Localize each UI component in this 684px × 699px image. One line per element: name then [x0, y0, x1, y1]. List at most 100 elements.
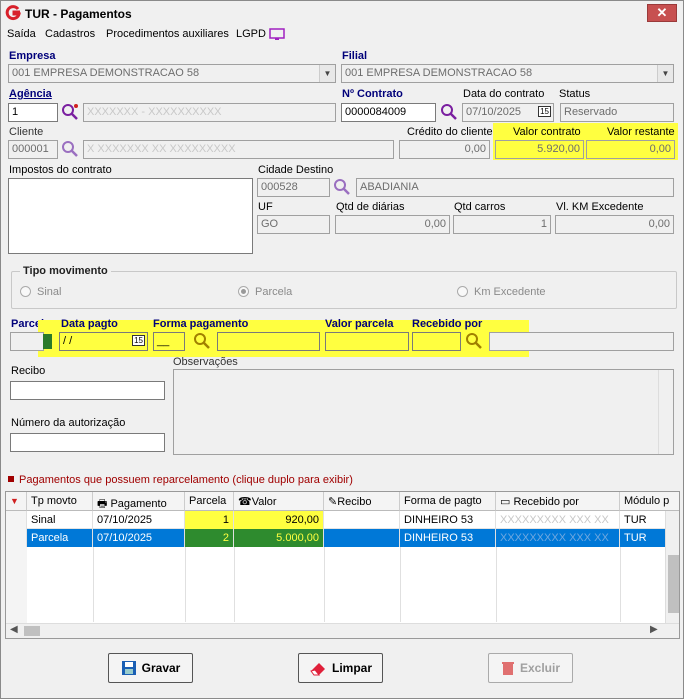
- monitor-icon[interactable]: [269, 28, 285, 41]
- col-valor[interactable]: ☎Valor: [234, 492, 324, 511]
- gravar-label: Gravar: [141, 661, 181, 675]
- window: TUR - Pagamentos ✕ Saída Cadastros Proce…: [0, 0, 684, 699]
- menu-saida[interactable]: Saída: [7, 28, 36, 40]
- empresa-label: Empresa: [9, 50, 56, 62]
- row-indicator: [6, 529, 27, 547]
- col-recibo[interactable]: ✎Recibo: [324, 492, 400, 511]
- cell-tipo: Parcela: [27, 529, 93, 547]
- col-pagamento[interactable]: 🖶 Pagamento: [93, 492, 185, 511]
- cell-forma: DINHEIRO 53: [400, 511, 496, 529]
- autorizacao-input[interactable]: [10, 433, 165, 452]
- scroll-thumb[interactable]: [668, 555, 679, 613]
- agencia-name-field: XXXXXXX - XXXXXXXXXX: [83, 103, 336, 122]
- agencia-code-input[interactable]: 1: [8, 103, 58, 122]
- vertical-scrollbar[interactable]: [665, 511, 679, 623]
- cell-parcela: 1: [185, 511, 234, 529]
- valor-contrato-field: 5.920,00: [495, 140, 584, 159]
- impostos-label: Impostos do contrato: [9, 164, 112, 176]
- vl-km-label: Vl. KM Excedente: [556, 201, 644, 213]
- recebido-code-input[interactable]: [412, 332, 461, 351]
- data-pagto-label: Data pagto: [61, 318, 118, 330]
- radio-km-excedente[interactable]: Km Excedente: [457, 286, 546, 298]
- cell-recebido: XXXXXXXXX XXX XX: [496, 529, 620, 547]
- close-button[interactable]: ✕: [647, 4, 677, 22]
- qtd-diarias-label: Qtd de diárias: [336, 201, 405, 213]
- col-modulo[interactable]: Módulo p: [620, 492, 679, 511]
- tipo-movimento-title: Tipo movimento: [20, 265, 111, 277]
- radio-sinal-label: Sinal: [37, 286, 62, 298]
- observacoes-label: Observações: [173, 356, 238, 368]
- sort-down-icon[interactable]: ▼: [10, 496, 19, 506]
- calendar-icon[interactable]: 15: [538, 106, 551, 117]
- col-recibo-label: Recibo: [337, 496, 372, 508]
- menu-lgpd[interactable]: LGPD: [236, 28, 266, 40]
- credito-label: Crédito do cliente: [407, 126, 493, 138]
- filial-select[interactable]: 001 EMPRESA DEMONSTRACAO 58 ▼: [341, 64, 674, 83]
- col-divider: [620, 547, 621, 622]
- horizontal-scrollbar[interactable]: ◀ ▶: [6, 623, 679, 638]
- contrato-label: Nº Contrato: [342, 88, 403, 100]
- recibo-input[interactable]: [10, 381, 165, 400]
- reparcelamento-note: Pagamentos que possuem reparcelamento (c…: [8, 474, 353, 486]
- cell-recibo: [324, 511, 400, 529]
- phone-icon: ☎: [238, 496, 252, 508]
- empresa-select[interactable]: 001 EMPRESA DEMONSTRACAO 58 ▼: [8, 64, 336, 83]
- tipo-movimento-group: [11, 271, 677, 309]
- gravar-button[interactable]: Gravar: [108, 653, 193, 683]
- search-icon[interactable]: [465, 332, 483, 350]
- agencia-label: Agência: [9, 88, 52, 100]
- table-row[interactable]: Sinal 07/10/2025 1 920,00 DINHEIRO 53 XX…: [6, 511, 679, 529]
- search-icon[interactable]: [61, 140, 79, 158]
- forma-code-input[interactable]: __: [153, 332, 185, 351]
- chevron-down-icon[interactable]: ▼: [319, 65, 335, 82]
- radio-parcela-label: Parcela: [255, 286, 293, 298]
- cliente-label: Cliente: [9, 126, 44, 138]
- cell-recebido: XXXXXXXXX XXX XX: [496, 511, 620, 529]
- search-icon[interactable]: [193, 332, 211, 350]
- contrato-input[interactable]: 0000084009: [341, 103, 436, 122]
- cell-valor: 5.000,00: [234, 529, 324, 547]
- cell-recibo: [324, 529, 400, 547]
- eraser-icon: [310, 663, 325, 676]
- cliente-code-field: 000001: [8, 140, 58, 159]
- col-pagamento-label: Pagamento: [110, 498, 167, 510]
- col-parcela[interactable]: Parcela: [185, 492, 234, 511]
- forma-pagamento-label: Forma pagamento: [153, 318, 249, 330]
- col-divider: [93, 547, 94, 622]
- chevron-down-icon[interactable]: ▼: [657, 65, 673, 82]
- cell-pagamento: 07/10/2025: [93, 511, 185, 529]
- radio-sinal[interactable]: Sinal: [20, 286, 61, 298]
- spin-icon[interactable]: [43, 334, 52, 349]
- scrollbar[interactable]: [658, 370, 673, 454]
- excluir-button[interactable]: Excluir: [488, 653, 573, 683]
- observacoes-textarea[interactable]: [173, 369, 674, 455]
- impostos-textarea[interactable]: [8, 178, 253, 254]
- radio-parcela[interactable]: Parcela: [238, 286, 292, 298]
- cell-pagamento: 07/10/2025: [93, 529, 185, 547]
- menu-procedimentos[interactable]: Procedimentos auxiliares: [106, 28, 229, 40]
- valor-parcela-input[interactable]: [325, 332, 409, 351]
- limpar-button[interactable]: Limpar: [298, 653, 383, 683]
- data-contrato-field: 07/10/2025 15: [462, 103, 554, 122]
- hscroll-thumb[interactable]: [24, 626, 40, 636]
- credito-field: 0,00: [399, 140, 490, 159]
- data-pagto-input[interactable]: / / 15: [59, 332, 148, 351]
- col-tp-movto[interactable]: Tp movto: [27, 492, 93, 511]
- col-forma-pagto[interactable]: Forma de pagto: [400, 492, 496, 511]
- scroll-left-icon[interactable]: ◀: [10, 624, 18, 635]
- row-indicator: [6, 511, 27, 529]
- payments-grid[interactable]: ▼ Tp movto 🖶 Pagamento Parcela ☎Valor ✎R…: [5, 491, 680, 639]
- qtd-carros-field: 1: [453, 215, 551, 234]
- data-contrato-value: 07/10/2025: [466, 106, 522, 118]
- calendar-icon[interactable]: 15: [132, 335, 145, 346]
- parcela-entry-field: [10, 332, 44, 351]
- scroll-right-icon[interactable]: ▶: [650, 624, 658, 635]
- cell-tipo: Sinal: [27, 511, 93, 529]
- recebido-name-field: [489, 332, 674, 351]
- search-icon[interactable]: [333, 178, 351, 196]
- table-row[interactable]: Parcela 07/10/2025 2 5.000,00 DINHEIRO 5…: [6, 529, 679, 547]
- col-recebido-por[interactable]: ▭ Recebido por: [496, 492, 620, 511]
- menu-cadastros[interactable]: Cadastros: [45, 28, 95, 40]
- search-icon[interactable]: [440, 103, 458, 121]
- search-icon[interactable]: [61, 103, 79, 121]
